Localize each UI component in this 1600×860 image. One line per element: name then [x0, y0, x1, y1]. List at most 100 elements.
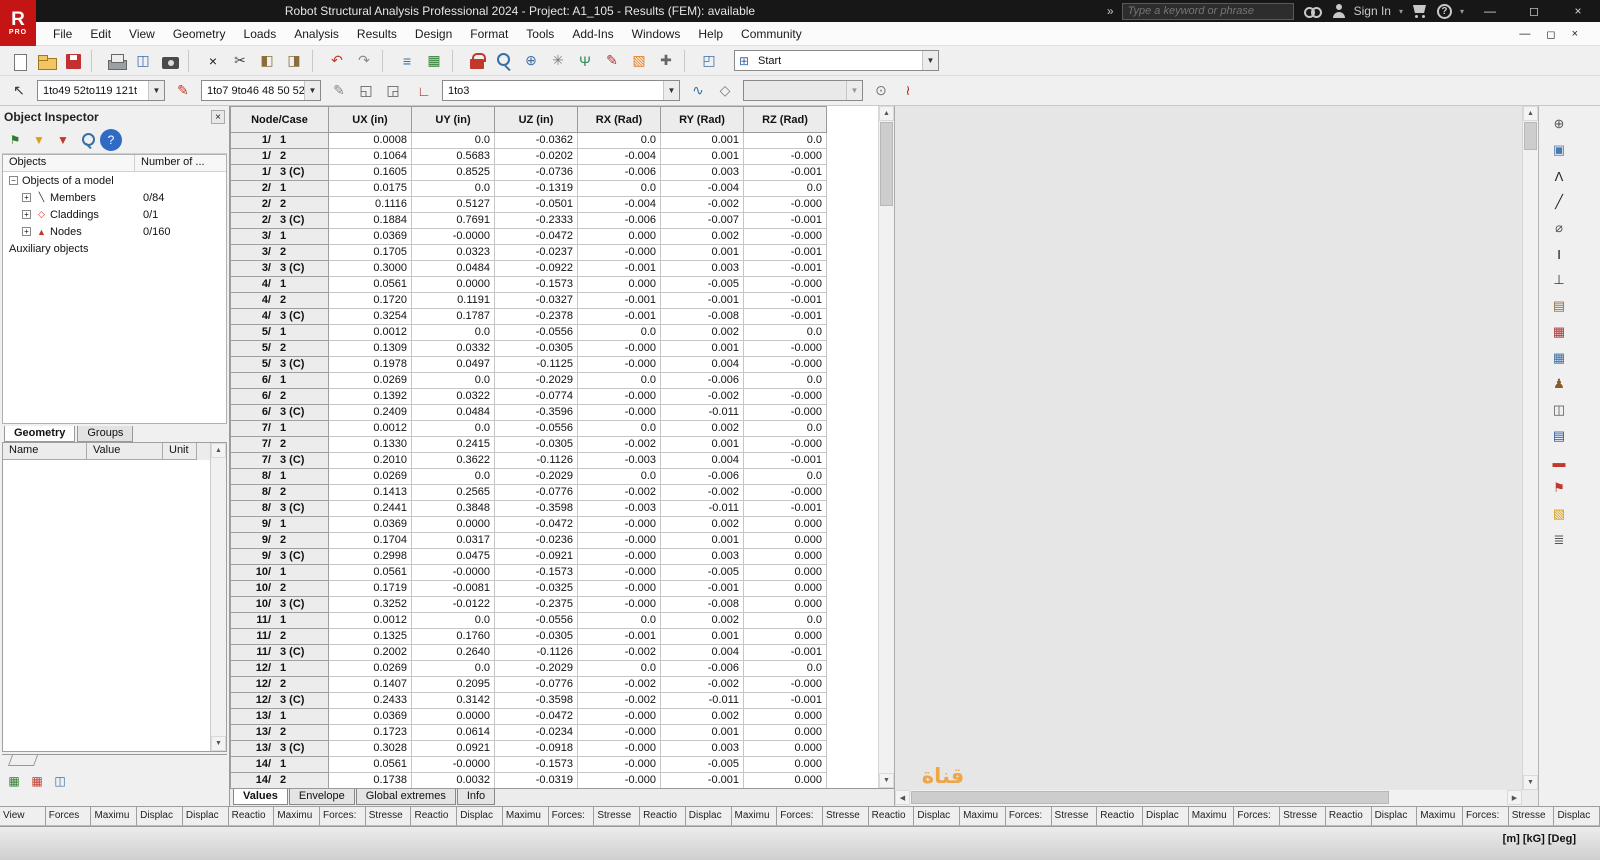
layout-tab[interactable]: Maximu	[91, 807, 138, 826]
data-cell[interactable]: -0.0776	[494, 484, 578, 501]
tab-geometry[interactable]: Geometry	[4, 426, 76, 442]
scroll-up-icon[interactable]: ▲	[879, 106, 894, 121]
data-cell[interactable]: 0.0	[411, 468, 495, 485]
data-cell[interactable]: 0.3142	[411, 692, 495, 709]
data-cell[interactable]: -0.000	[577, 356, 661, 373]
case-selection-combo[interactable]: 1to3 ▼	[442, 80, 680, 101]
data-cell[interactable]: 0.0475	[411, 548, 495, 565]
tree-item-label[interactable]: Claddings	[50, 209, 99, 221]
viewport-horizontal-scrollbar[interactable]: ◀ ▶	[895, 790, 1522, 806]
layout-tab[interactable]: Displac	[137, 807, 183, 826]
data-cell[interactable]: 0.0	[743, 180, 827, 197]
data-cell[interactable]: 0.002	[660, 708, 744, 725]
user-icon[interactable]	[1332, 3, 1346, 19]
menu-item[interactable]: Community	[732, 23, 811, 45]
data-cell[interactable]: 0.0	[411, 132, 495, 149]
column-header[interactable]: RX (Rad)	[577, 106, 661, 133]
layout-tab[interactable]: Forces:	[548, 807, 595, 826]
layout-tab[interactable]: Displac	[182, 807, 229, 826]
sign-in-caret-icon[interactable]: ▾	[1399, 7, 1403, 16]
row-header-cell[interactable]: 4/2	[230, 292, 329, 309]
data-cell[interactable]: 0.1064	[328, 148, 412, 165]
data-cell[interactable]: -0.0122	[411, 596, 495, 613]
tree-item-label[interactable]: Objects of a model	[22, 175, 114, 187]
menu-item[interactable]: Windows	[623, 23, 690, 45]
data-cell[interactable]: -0.2029	[494, 468, 578, 485]
lock-results-icon[interactable]	[464, 49, 490, 73]
data-cell[interactable]: 0.001	[660, 244, 744, 261]
row-header-cell[interactable]: 14/2	[230, 772, 329, 789]
data-cell[interactable]: 0.000	[577, 228, 661, 245]
data-cell[interactable]: -0.0501	[494, 196, 578, 213]
data-cell[interactable]: -0.0472	[494, 516, 578, 533]
analysis-branch-icon[interactable]: Ψ	[572, 49, 598, 73]
data-cell[interactable]: 0.0000	[411, 276, 495, 293]
layout-tab[interactable]: Maximu	[1417, 807, 1463, 826]
data-cell[interactable]: -0.005	[660, 756, 744, 773]
data-cell[interactable]: 0.0000	[411, 708, 495, 725]
data-cell[interactable]: 0.3000	[328, 260, 412, 277]
sheet-tab[interactable]: Global extremes	[355, 789, 456, 805]
node-selection-combo[interactable]: 1to49 52to119 121t ▼	[37, 80, 165, 101]
data-cell[interactable]: -0.000	[743, 676, 827, 693]
grid-column-header[interactable]: Value	[87, 443, 163, 460]
data-cell[interactable]: 0.2409	[328, 404, 412, 421]
data-cell[interactable]: -0.0234	[494, 724, 578, 741]
tree-expander[interactable]: +	[22, 227, 31, 236]
calculations-table-icon[interactable]: ▦	[421, 49, 447, 73]
data-cell[interactable]: 0.000	[743, 772, 827, 789]
scrollbar-thumb[interactable]	[880, 122, 893, 206]
help-caret-icon[interactable]: ▾	[1460, 7, 1464, 16]
dropdown-arrow-icon[interactable]: ▼	[304, 81, 320, 100]
data-cell[interactable]: 0.0012	[328, 324, 412, 341]
mini-tab[interactable]	[7, 755, 39, 766]
close-button[interactable]: ×	[1560, 0, 1596, 22]
data-cell[interactable]: -0.0237	[494, 244, 578, 261]
data-cell[interactable]: 0.0269	[328, 468, 412, 485]
data-cell[interactable]: 0.0323	[411, 244, 495, 261]
column-header[interactable]: RY (Rad)	[660, 106, 744, 133]
dropdown-arrow-icon[interactable]: ▼	[148, 81, 164, 100]
data-cell[interactable]: 0.0484	[411, 260, 495, 277]
column-header[interactable]: UZ (in)	[494, 106, 578, 133]
data-cell[interactable]: 0.0	[743, 132, 827, 149]
print-preview-icon[interactable]: ◫	[130, 49, 156, 73]
objects-column-header[interactable]: Objects	[3, 155, 135, 171]
data-cell[interactable]: -0.007	[660, 212, 744, 229]
data-cell[interactable]: 0.1760	[411, 628, 495, 645]
data-cell[interactable]: -0.0202	[494, 148, 578, 165]
scrollbar-thumb[interactable]	[911, 791, 1389, 804]
row-header-cell[interactable]: 1/2	[230, 148, 329, 165]
section-icon[interactable]: ⌀	[1547, 216, 1571, 240]
data-cell[interactable]: -0.001	[743, 692, 827, 709]
save-icon[interactable]	[60, 49, 86, 73]
data-cell[interactable]: -0.001	[577, 292, 661, 309]
data-cell[interactable]: -0.0236	[494, 532, 578, 549]
data-cell[interactable]: -0.0362	[494, 132, 578, 149]
data-cell[interactable]: -0.001	[743, 500, 827, 517]
layout-tab[interactable]: Forces:	[1463, 807, 1509, 826]
units-indicator[interactable]: [m] [kG] [Deg]	[1503, 833, 1576, 845]
data-cell[interactable]: -0.000	[577, 772, 661, 789]
data-cell[interactable]: -0.001	[660, 580, 744, 597]
grid-column-header[interactable]: Name	[3, 443, 87, 460]
data-cell[interactable]: 0.0012	[328, 612, 412, 629]
data-cell[interactable]: 0.0	[743, 372, 827, 389]
paste-icon[interactable]: ◨	[281, 49, 307, 73]
data-cell[interactable]: -0.000	[577, 244, 661, 261]
data-cell[interactable]: 0.0322	[411, 388, 495, 405]
data-cell[interactable]: 0.1704	[328, 532, 412, 549]
data-cell[interactable]: -0.3598	[494, 500, 578, 517]
row-header-cell[interactable]: 7/2	[230, 436, 329, 453]
data-cell[interactable]: 0.7691	[411, 212, 495, 229]
layout-tab[interactable]: View	[0, 807, 46, 826]
data-cell[interactable]: 0.0369	[328, 228, 412, 245]
layout-tab[interactable]: Displac	[457, 807, 503, 826]
scroll-left-icon[interactable]: ◀	[895, 790, 910, 805]
data-cell[interactable]: 0.0614	[411, 724, 495, 741]
table-vertical-scrollbar[interactable]: ▲ ▼	[878, 106, 894, 788]
data-cell[interactable]: 0.3254	[328, 308, 412, 325]
data-cell[interactable]: 0.001	[660, 148, 744, 165]
data-cell[interactable]: -0.002	[660, 484, 744, 501]
data-cell[interactable]: 0.000	[743, 628, 827, 645]
